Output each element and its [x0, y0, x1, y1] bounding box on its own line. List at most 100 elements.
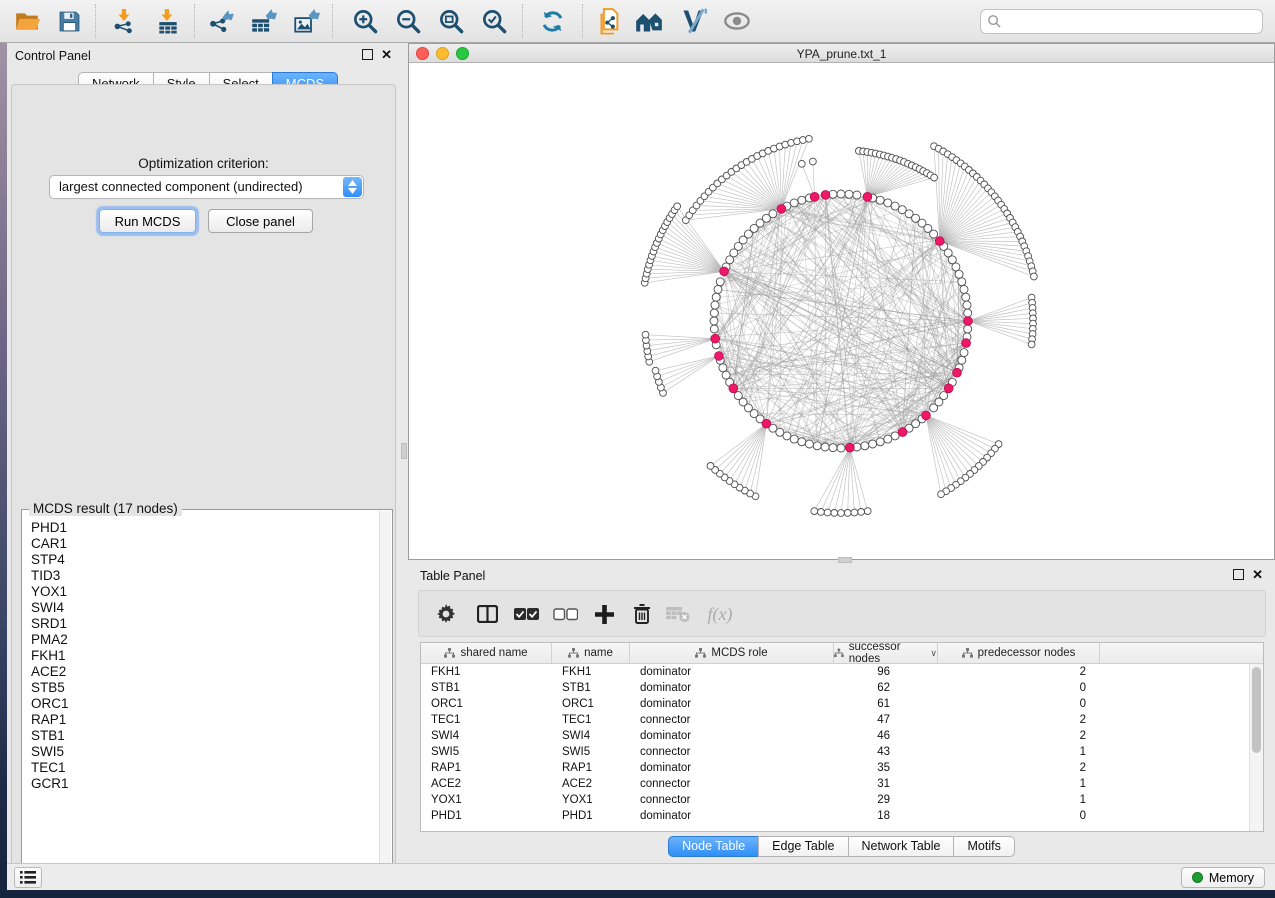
hierarchy-icon [834, 648, 844, 658]
table-cell: ORC1 [421, 696, 552, 712]
list-item[interactable]: ACE2 [31, 664, 378, 680]
list-item[interactable]: PHD1 [31, 520, 378, 536]
list-item[interactable]: STB5 [31, 680, 378, 696]
import-table-icon [155, 8, 181, 34]
deselect-all-button[interactable] [550, 600, 580, 628]
delete-column-button[interactable] [629, 600, 655, 628]
zoom-fit-button[interactable] [434, 5, 468, 37]
import-table-button[interactable] [151, 5, 185, 37]
list-item[interactable]: CAR1 [31, 536, 378, 552]
list-item[interactable]: ORC1 [31, 696, 378, 712]
list-item[interactable]: RAP1 [31, 712, 378, 728]
table-row[interactable]: ORC1ORC1dominator610 [421, 696, 1249, 712]
create-column-button[interactable] [590, 600, 618, 628]
list-item[interactable]: PMA2 [31, 632, 378, 648]
list-item[interactable]: TID3 [31, 568, 378, 584]
column-header[interactable]: successor nodes ∨ [834, 643, 938, 663]
table-row[interactable]: ACE2ACE2connector311 [421, 776, 1249, 792]
tab-motifs[interactable]: Motifs [953, 836, 1014, 857]
select-all-button[interactable] [511, 600, 541, 628]
list-item[interactable]: SWI4 [31, 600, 378, 616]
export-network-icon [208, 8, 235, 35]
mcds-list-scrollbar[interactable] [379, 511, 391, 879]
float-panel-icon[interactable] [362, 49, 373, 60]
column-header[interactable]: predecessor nodes [938, 643, 1100, 663]
list-item[interactable]: FKH1 [31, 648, 378, 664]
show-columns-button[interactable] [473, 600, 501, 628]
list-item[interactable]: GCR1 [31, 776, 378, 792]
table-cell: 2 [938, 728, 1100, 744]
table-row[interactable]: YOX1YOX1connector291 [421, 792, 1249, 808]
function-builder-button[interactable]: f(x) [701, 600, 739, 628]
column-header[interactable]: shared name [421, 643, 552, 663]
table-cell: connector [630, 712, 834, 728]
table-row[interactable]: STB1STB1dominator620 [421, 680, 1249, 696]
network-home-button[interactable] [632, 5, 666, 37]
table-row[interactable]: SWI5SWI5connector431 [421, 744, 1249, 760]
column-header[interactable]: name [552, 643, 630, 663]
table-row[interactable]: TEC1TEC1connector472 [421, 712, 1249, 728]
task-history-button[interactable] [14, 867, 42, 888]
table-cell: 43 [834, 744, 938, 760]
list-item[interactable]: STB1 [31, 728, 378, 744]
criterion-dropdown[interactable]: largest connected component (undirected) [49, 175, 364, 199]
list-item[interactable]: SWI5 [31, 744, 378, 760]
refresh-button[interactable] [535, 5, 569, 37]
table-cell: 1 [938, 744, 1100, 760]
criterion-label: Optimization criterion: [12, 156, 395, 171]
splitter-grip[interactable] [401, 443, 407, 459]
tab-node-table[interactable]: Node Table [668, 836, 759, 857]
import-network-button[interactable] [108, 5, 142, 37]
network-graph[interactable] [409, 63, 1274, 559]
column-header[interactable]: MCDS role [630, 643, 834, 663]
mcds-result-title: MCDS result (17 nodes) [29, 501, 182, 516]
table-scrollbar[interactable] [1249, 664, 1263, 831]
tab-edge-table[interactable]: Edge Table [758, 836, 848, 857]
zoom-out-button[interactable] [391, 5, 425, 37]
close-table-panel-icon[interactable]: ✕ [1252, 569, 1263, 580]
export-network-button[interactable] [204, 5, 238, 37]
table-body: FKH1FKH1dominator962STB1STB1dominator620… [421, 664, 1249, 831]
list-item[interactable]: YOX1 [31, 584, 378, 600]
run-mcds-button[interactable]: Run MCDS [99, 209, 196, 233]
export-image-button[interactable] [289, 5, 323, 37]
delete-table-button[interactable] [663, 600, 693, 628]
show-hide-graphics-button[interactable] [677, 5, 711, 37]
table-cell: dominator [630, 808, 834, 824]
save-session-button[interactable] [52, 5, 86, 37]
list-item[interactable]: SRD1 [31, 616, 378, 632]
table-cell: FKH1 [552, 664, 630, 680]
search-box [980, 9, 1263, 34]
list-item[interactable]: STP4 [31, 552, 378, 568]
export-table-button[interactable] [246, 5, 280, 37]
show-hide-eye-button[interactable] [720, 5, 754, 37]
table-cell: 2 [938, 712, 1100, 728]
close-panel-button[interactable]: Close panel [208, 209, 313, 233]
hierarchy-icon [962, 648, 973, 658]
list-item[interactable]: TEC1 [31, 760, 378, 776]
export-table-icon [250, 8, 277, 35]
tab-network-table[interactable]: Network Table [848, 836, 955, 857]
table-row[interactable]: RAP1RAP1dominator352 [421, 760, 1249, 776]
search-input[interactable] [1002, 12, 1256, 32]
zoom-in-button[interactable] [348, 5, 382, 37]
table-row[interactable]: SWI4SWI4dominator462 [421, 728, 1249, 744]
close-panel-icon[interactable]: ✕ [381, 49, 392, 60]
table-row[interactable]: PHD1PHD1dominator180 [421, 808, 1249, 824]
vertical-splitter[interactable] [400, 43, 408, 863]
table-cell: 46 [834, 728, 938, 744]
float-table-panel-icon[interactable] [1233, 569, 1244, 580]
zoom-selected-button[interactable] [477, 5, 511, 37]
network-canvas[interactable] [409, 63, 1274, 559]
table-settings-button[interactable] [433, 600, 459, 628]
table-cell: PHD1 [421, 808, 552, 824]
open-file-button[interactable] [10, 5, 44, 37]
table-row[interactable]: FKH1FKH1dominator962 [421, 664, 1249, 680]
share-document-button[interactable] [592, 5, 626, 37]
zoom-fit-icon [438, 8, 465, 35]
memory-button[interactable]: Memory [1181, 867, 1265, 888]
control-panel: Control Panel ✕ Network Style Select MCD… [7, 43, 400, 863]
network-title: YPA_prune.txt_1 [409, 47, 1274, 61]
hierarchy-icon [568, 648, 579, 658]
scrollbar-thumb[interactable] [1252, 667, 1261, 753]
